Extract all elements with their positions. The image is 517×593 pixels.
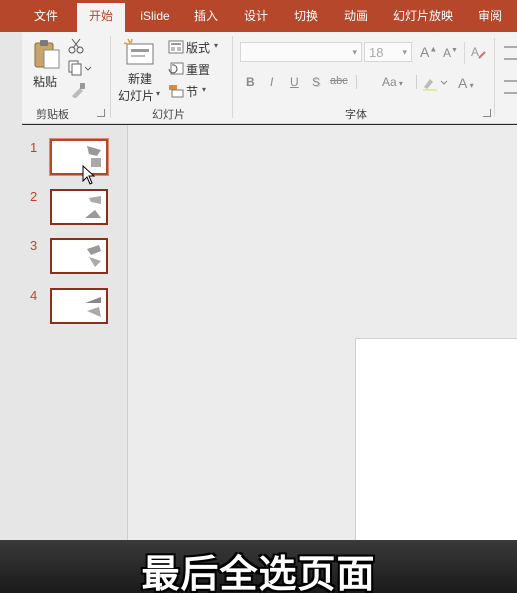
thumbnail-image-icon [85,297,101,317]
slide-canvas[interactable] [355,338,517,548]
tab-slideshow[interactable]: 幻灯片放映 [388,0,458,32]
ribbon: 粘贴 剪贴板 新建 幻灯片 ▾ 版式 ▾ 重置 节 ▾ 幻灯片 ▾ 18 ▾ A… [0,32,517,124]
change-case-label: Aa [382,75,397,89]
tab-home[interactable]: 开始 [77,3,125,32]
left-edge-strip [0,32,22,547]
slide-number: 3 [30,238,38,253]
layout-button[interactable]: 版式 ▾ [168,38,224,56]
tab-transitions[interactable]: 切换 [286,0,326,32]
font-size-input[interactable]: 18 ▾ [364,42,412,62]
text-shadow-button[interactable]: S [312,75,320,89]
new-slide-label-line1: 新建 [128,72,153,86]
copy-icon[interactable] [68,60,92,76]
slides-group-label: 幻灯片 [152,109,185,121]
layout-label: 版式 [186,41,211,55]
paste-button[interactable]: 粘贴 [30,38,64,90]
reset-icon [168,62,184,75]
new-slide-label-line2: 幻灯片 [118,89,155,103]
section-dropdown-icon: ▾ [202,85,207,94]
font-size-dropdown-icon[interactable]: ▾ [402,47,407,58]
tab-insert[interactable]: 插入 [186,0,226,32]
bullets-icon[interactable] [504,46,517,60]
slide-number: 2 [30,189,38,204]
slide-thumbnail[interactable] [50,238,108,274]
section-icon [169,85,184,98]
section-label: 节 [186,85,199,99]
slide-thumbnail[interactable] [50,189,108,225]
new-slide-dropdown-icon: ▾ [156,89,161,98]
mouse-cursor-icon [82,165,96,185]
thumbnail-image-icon [87,245,101,267]
slide-thumbnail[interactable] [50,288,108,324]
numbering-icon[interactable] [504,80,517,94]
layout-dropdown-icon: ▾ [214,41,219,50]
clipboard-launcher-icon[interactable] [97,109,105,117]
tab-review[interactable]: 审阅 [470,0,510,32]
slide-thumbnail-pane[interactable] [22,125,128,545]
font-name-input[interactable]: ▾ [240,42,362,62]
shrink-font-icon: A [443,46,452,60]
slide-number: 4 [30,288,38,303]
svg-text:A: A [471,45,479,59]
thumbnail-image-icon [85,196,101,218]
slide-number: 1 [30,140,38,155]
section-button[interactable]: 节 ▾ [168,82,224,100]
highlight-color-icon[interactable] [422,75,450,91]
change-case-button[interactable]: Aa ▾ [382,75,403,89]
layout-icon [168,40,184,54]
font-size-value: 18 [369,45,384,60]
tab-animations[interactable]: 动画 [336,0,376,32]
vsep-small [416,75,417,92]
tab-design[interactable]: 设计 [236,0,276,32]
slide-thumbnail[interactable] [50,139,108,175]
format-painter-icon[interactable] [70,82,86,98]
clear-formatting-icon[interactable]: A [470,44,486,60]
font-color-label: A [458,75,468,91]
paste-label: 粘贴 [33,75,58,89]
grow-font-button[interactable]: A▲ [420,44,437,60]
cut-icon[interactable] [68,38,84,54]
group-divider [110,36,111,118]
clipboard-group-label: 剪贴板 [36,109,69,121]
new-slide-button[interactable]: 新建 幻灯片 ▾ [116,38,164,103]
ribbon-tab-bar: 文件 开始 iSlide 插入 设计 切换 动画 幻灯片放映 审阅 [0,0,517,32]
paste-icon [34,40,60,69]
shrink-font-button[interactable]: A▼ [443,46,458,60]
tab-file[interactable]: 文件 [26,0,66,32]
group-divider [232,36,233,118]
video-subtitle: 最后全选页面 [141,554,376,593]
bold-button[interactable]: B [246,75,255,89]
new-slide-icon [123,38,154,65]
underline-button[interactable]: U [290,75,299,89]
reset-label: 重置 [186,63,211,77]
vsep-small [464,42,465,64]
font-color-button[interactable]: A ▾ [458,75,474,91]
reset-button[interactable]: 重置 [168,60,224,78]
tab-islide[interactable]: iSlide [133,0,177,32]
grow-font-icon: A [420,44,430,60]
italic-button[interactable]: I [270,75,273,89]
font-group-label: 字体 [345,109,367,121]
font-name-dropdown-icon[interactable]: ▾ [352,47,357,58]
font-launcher-icon[interactable] [483,109,491,117]
vsep-small [494,38,495,116]
vsep-small [356,75,357,92]
strikethrough-button[interactable]: abc [330,75,348,87]
